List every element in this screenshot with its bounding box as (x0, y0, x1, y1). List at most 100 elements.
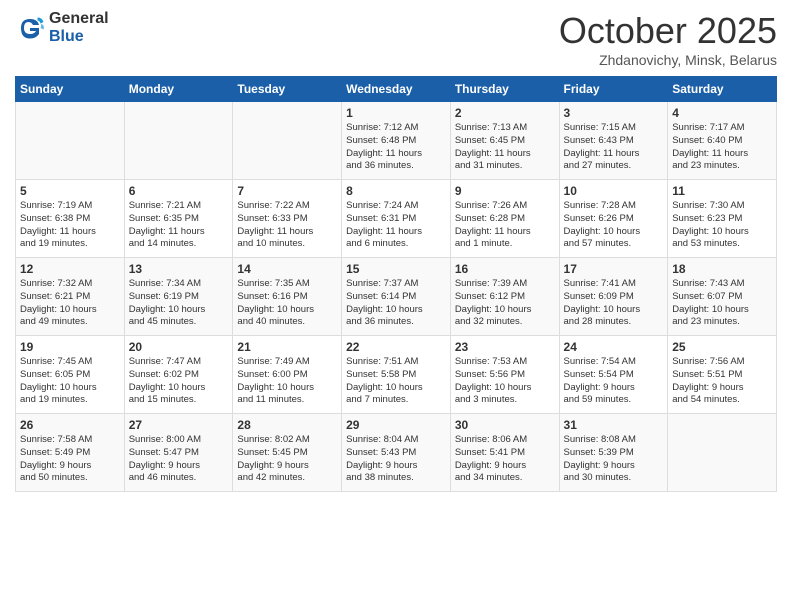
calendar-header-row: SundayMondayTuesdayWednesdayThursdayFrid… (16, 77, 777, 102)
day-info: Sunrise: 7:17 AM Sunset: 6:40 PM Dayligh… (672, 122, 748, 171)
day-number: 29 (346, 418, 446, 432)
calendar-cell: 19Sunrise: 7:45 AM Sunset: 6:05 PM Dayli… (16, 336, 125, 414)
calendar-week-2: 5Sunrise: 7:19 AM Sunset: 6:38 PM Daylig… (16, 180, 777, 258)
calendar-week-5: 26 Sunrise: 7:58 AM Sunset: 5:49 PM Dayli… (16, 414, 777, 492)
day-header-monday: Monday (124, 77, 233, 102)
day-info: Sunrise: 7:37 AM Sunset: 6:14 PM Dayligh… (346, 278, 423, 327)
day-number: 2 (455, 106, 555, 120)
calendar-cell: 23Sunrise: 7:53 AM Sunset: 5:56 PM Dayli… (450, 336, 559, 414)
day-number: 16 (455, 262, 555, 276)
calendar-cell (124, 102, 233, 180)
day-number: 9 (455, 184, 555, 198)
day-info: Sunrise: 7:53 AM Sunset: 5:56 PM Dayligh… (455, 356, 532, 405)
calendar-cell: 3Sunrise: 7:15 AM Sunset: 6:43 PM Daylig… (559, 102, 668, 180)
day-number: 30 (455, 418, 555, 432)
day-info: Sunrise: 7:41 AM Sunset: 6:09 PM Dayligh… (564, 278, 641, 327)
day-number: 12 (20, 262, 120, 276)
day-number: 14 (237, 262, 337, 276)
calendar-cell: 13Sunrise: 7:34 AM Sunset: 6:19 PM Dayli… (124, 258, 233, 336)
day-number: 31 (564, 418, 664, 432)
month-title: October 2025 (559, 10, 777, 52)
title-block: October 2025 Zhdanovichy, Minsk, Belarus (559, 10, 777, 68)
calendar-cell: 1 Sunrise: 7:12 AM Sunset: 6:48 PM Daylig… (342, 102, 451, 180)
calendar-cell: 27Sunrise: 8:00 AM Sunset: 5:47 PM Dayli… (124, 414, 233, 492)
day-info: Sunrise: 7:51 AM Sunset: 5:58 PM Dayligh… (346, 356, 423, 405)
logo-general-text: General (49, 10, 109, 28)
day-info: Sunrise: 7:24 AM Sunset: 6:31 PM Dayligh… (346, 200, 422, 249)
location-subtitle: Zhdanovichy, Minsk, Belarus (559, 52, 777, 68)
day-info: Sunrise: 7:54 AM Sunset: 5:54 PM Dayligh… (564, 356, 636, 405)
calendar-cell: 26 Sunrise: 7:58 AM Sunset: 5:49 PM Dayli… (16, 414, 125, 492)
day-number: 6 (129, 184, 229, 198)
day-info: Sunrise: 7:45 AM Sunset: 6:05 PM Dayligh… (20, 356, 97, 405)
page-container: General Blue October 2025 Zhdanovichy, M… (0, 0, 792, 497)
day-number: 18 (672, 262, 772, 276)
calendar-cell (668, 414, 777, 492)
day-info: Sunrise: 7:35 AM Sunset: 6:16 PM Dayligh… (237, 278, 314, 327)
day-info: Sunrise: 8:02 AM Sunset: 5:45 PM Dayligh… (237, 434, 309, 483)
day-info: Sunrise: 8:04 AM Sunset: 5:43 PM Dayligh… (346, 434, 418, 483)
calendar-cell (233, 102, 342, 180)
calendar-cell: 11Sunrise: 7:30 AM Sunset: 6:23 PM Dayli… (668, 180, 777, 258)
day-number: 1 (346, 106, 446, 120)
day-number: 21 (237, 340, 337, 354)
day-number: 4 (672, 106, 772, 120)
day-info: Sunrise: 8:00 AM Sunset: 5:47 PM Dayligh… (129, 434, 201, 483)
day-number: 15 (346, 262, 446, 276)
day-info: Sunrise: 7:30 AM Sunset: 6:23 PM Dayligh… (672, 200, 749, 249)
calendar-week-1: 1 Sunrise: 7:12 AM Sunset: 6:48 PM Daylig… (16, 102, 777, 180)
day-info: Sunrise: 7:21 AM Sunset: 6:35 PM Dayligh… (129, 200, 205, 249)
day-number: 20 (129, 340, 229, 354)
day-header-saturday: Saturday (668, 77, 777, 102)
calendar-cell: 4 Sunrise: 7:17 AM Sunset: 6:40 PM Daylig… (668, 102, 777, 180)
day-number: 7 (237, 184, 337, 198)
calendar-cell: 28Sunrise: 8:02 AM Sunset: 5:45 PM Dayli… (233, 414, 342, 492)
day-number: 10 (564, 184, 664, 198)
day-header-thursday: Thursday (450, 77, 559, 102)
calendar-cell: 6 Sunrise: 7:21 AM Sunset: 6:35 PM Daylig… (124, 180, 233, 258)
day-info: Sunrise: 7:13 AM Sunset: 6:45 PM Dayligh… (455, 122, 531, 171)
day-number: 17 (564, 262, 664, 276)
day-info: Sunrise: 7:56 AM Sunset: 5:51 PM Dayligh… (672, 356, 744, 405)
calendar-cell: 16 Sunrise: 7:39 AM Sunset: 6:12 PM Dayli… (450, 258, 559, 336)
day-info: Sunrise: 7:22 AM Sunset: 6:33 PM Dayligh… (237, 200, 313, 249)
day-number: 8 (346, 184, 446, 198)
calendar-cell: 24 Sunrise: 7:54 AM Sunset: 5:54 PM Dayli… (559, 336, 668, 414)
day-info: Sunrise: 7:39 AM Sunset: 6:12 PM Dayligh… (455, 278, 532, 327)
calendar-cell: 8 Sunrise: 7:24 AM Sunset: 6:31 PM Daylig… (342, 180, 451, 258)
logo-icon (15, 13, 45, 43)
day-info: Sunrise: 7:28 AM Sunset: 6:26 PM Dayligh… (564, 200, 641, 249)
calendar-cell (16, 102, 125, 180)
day-info: Sunrise: 7:47 AM Sunset: 6:02 PM Dayligh… (129, 356, 206, 405)
logo-text: General Blue (49, 10, 109, 45)
day-number: 24 (564, 340, 664, 354)
calendar-cell: 17 Sunrise: 7:41 AM Sunset: 6:09 PM Dayli… (559, 258, 668, 336)
logo-blue-text: Blue (49, 28, 109, 46)
calendar-week-3: 12Sunrise: 7:32 AM Sunset: 6:21 PM Dayli… (16, 258, 777, 336)
day-header-sunday: Sunday (16, 77, 125, 102)
day-info: Sunrise: 7:43 AM Sunset: 6:07 PM Dayligh… (672, 278, 749, 327)
calendar-cell: 14 Sunrise: 7:35 AM Sunset: 6:16 PM Dayli… (233, 258, 342, 336)
day-number: 22 (346, 340, 446, 354)
calendar-cell: 20 Sunrise: 7:47 AM Sunset: 6:02 PM Dayli… (124, 336, 233, 414)
calendar-week-4: 19Sunrise: 7:45 AM Sunset: 6:05 PM Dayli… (16, 336, 777, 414)
day-info: Sunrise: 7:58 AM Sunset: 5:49 PM Dayligh… (20, 434, 92, 483)
day-header-wednesday: Wednesday (342, 77, 451, 102)
day-number: 25 (672, 340, 772, 354)
day-info: Sunrise: 8:08 AM Sunset: 5:39 PM Dayligh… (564, 434, 636, 483)
calendar-cell: 15 Sunrise: 7:37 AM Sunset: 6:14 PM Dayli… (342, 258, 451, 336)
calendar-cell: 10 Sunrise: 7:28 AM Sunset: 6:26 PM Dayli… (559, 180, 668, 258)
calendar-cell: 29 Sunrise: 8:04 AM Sunset: 5:43 PM Dayli… (342, 414, 451, 492)
calendar-cell: 2 Sunrise: 7:13 AM Sunset: 6:45 PM Daylig… (450, 102, 559, 180)
logo: General Blue (15, 10, 109, 45)
calendar-cell: 12Sunrise: 7:32 AM Sunset: 6:21 PM Dayli… (16, 258, 125, 336)
calendar-cell: 7 Sunrise: 7:22 AM Sunset: 6:33 PM Daylig… (233, 180, 342, 258)
day-number: 13 (129, 262, 229, 276)
calendar-cell: 18 Sunrise: 7:43 AM Sunset: 6:07 PM Dayli… (668, 258, 777, 336)
day-number: 5 (20, 184, 120, 198)
day-info: Sunrise: 7:12 AM Sunset: 6:48 PM Dayligh… (346, 122, 422, 171)
day-number: 26 (20, 418, 120, 432)
calendar-cell: 25 Sunrise: 7:56 AM Sunset: 5:51 PM Dayli… (668, 336, 777, 414)
page-header: General Blue October 2025 Zhdanovichy, M… (15, 10, 777, 68)
day-header-friday: Friday (559, 77, 668, 102)
